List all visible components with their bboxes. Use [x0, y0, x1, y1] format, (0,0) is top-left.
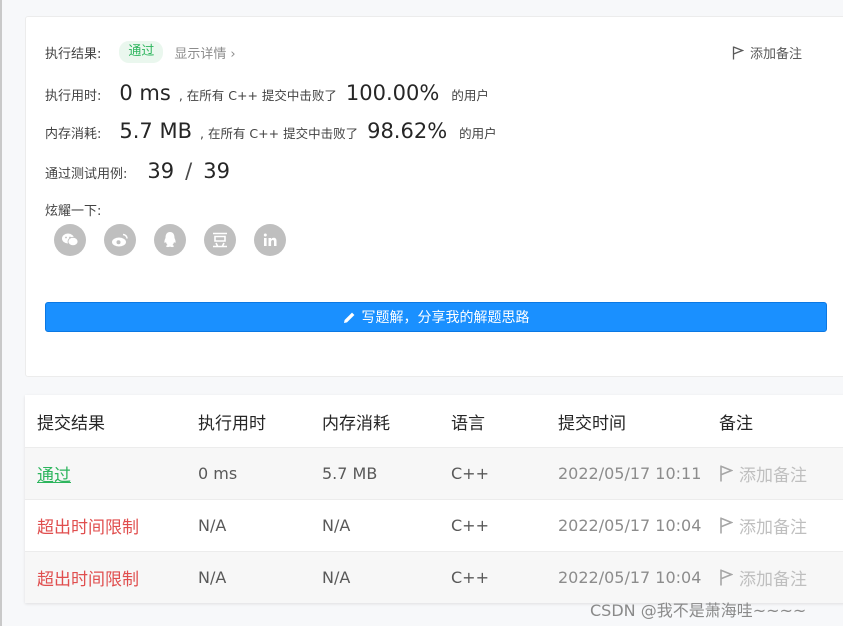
write-solution-label: 写题解，分享我的解题思路 [361, 310, 530, 326]
submission-language: C++ [451, 464, 489, 483]
submission-status-link[interactable]: 超出时间限制 [37, 565, 139, 590]
submissions-table: 提交结果 执行用时 内存消耗 语言 提交时间 备注 通过 0 ms 5.7 MB… [25, 395, 843, 603]
flag-icon [720, 517, 733, 534]
weibo-icon[interactable] [104, 224, 136, 256]
submission-status-link[interactable]: 通过 [37, 461, 71, 486]
flag-icon [732, 45, 744, 59]
submission-time: 2022/05/17 10:04 [558, 568, 702, 587]
submission-runtime: 0 ms [198, 464, 238, 483]
submission-runtime: N/A [198, 568, 227, 587]
linkedin-icon[interactable] [254, 224, 286, 256]
memory-value: 5.7 MB [119, 119, 192, 143]
share-label: 炫耀一下: [45, 204, 102, 219]
memory-row: 内存消耗: 5.7 MB , 在所有 C++ 提交中击败了 98.62% 的用户 [45, 119, 497, 143]
qq-icon[interactable] [154, 224, 186, 256]
left-border [0, 0, 2, 626]
memory-label: 内存消耗: [45, 127, 102, 142]
csdn-watermark: CSDN @我不是萧海哇~~~~ [590, 601, 807, 620]
memory-percent: 98.62% [367, 119, 448, 143]
memory-suffix: 的用户 [459, 126, 497, 141]
result-label: 执行结果: [45, 46, 102, 62]
douban-icon[interactable] [204, 224, 236, 256]
submission-memory: N/A [322, 568, 351, 587]
submission-runtime: N/A [198, 516, 227, 535]
table-header: 提交结果 执行用时 内存消耗 语言 提交时间 备注 [25, 395, 843, 447]
tests-total: 39 [203, 159, 230, 183]
submission-time: 2022/05/17 10:11 [558, 464, 702, 483]
header-memory: 内存消耗 [322, 413, 390, 434]
submission-memory: N/A [322, 516, 351, 535]
header-result: 提交结果 [37, 413, 105, 434]
submission-language: C++ [451, 568, 489, 587]
add-note-button[interactable]: 添加备注 [719, 513, 807, 538]
memory-phrase: , 在所有 C++ 提交中击败了 [200, 126, 359, 141]
submission-language: C++ [451, 516, 489, 535]
add-note-button[interactable]: 添加备注 [719, 565, 807, 590]
runtime-phrase: , 在所有 C++ 提交中击败了 [178, 88, 337, 103]
submission-status-link[interactable]: 超出时间限制 [37, 513, 139, 538]
table-row: 超出时间限制 N/A N/A C++ 2022/05/17 10:04 添加备注 [25, 499, 843, 551]
chevron-right-icon: › [230, 46, 236, 62]
add-note-label: 添加备注 [739, 570, 807, 590]
submission-time: 2022/05/17 10:04 [558, 516, 702, 535]
tests-label: 通过测试用例: [45, 167, 128, 182]
header-language: 语言 [451, 413, 485, 434]
result-row: 执行结果: 通过 显示详情 › [45, 41, 236, 63]
tests-separator: / [185, 159, 193, 183]
tests-passed: 39 [147, 159, 175, 183]
table-row: 超出时间限制 N/A N/A C++ 2022/05/17 10:04 添加备注 [25, 551, 843, 603]
flag-icon [720, 569, 733, 586]
write-solution-button[interactable]: 写题解，分享我的解题思路 [45, 302, 827, 332]
show-details-text: 显示详情 [174, 46, 227, 62]
share-row: 炫耀一下: [45, 200, 101, 219]
add-note-label: 添加备注 [750, 47, 803, 62]
runtime-suffix: 的用户 [451, 88, 489, 103]
tests-row: 通过测试用例: 39 / 39 [45, 159, 230, 183]
add-note-button[interactable]: 添加备注 [732, 43, 802, 62]
runtime-percent: 100.00% [345, 81, 440, 105]
runtime-label: 执行用时: [45, 89, 102, 104]
runtime-value: 0 ms [119, 81, 171, 105]
runtime-row: 执行用时: 0 ms , 在所有 C++ 提交中击败了 100.00% 的用户 [45, 81, 489, 105]
status-badge: 通过 [119, 41, 164, 63]
table-row: 通过 0 ms 5.7 MB C++ 2022/05/17 10:11 添加备注 [25, 447, 843, 499]
wechat-icon[interactable] [54, 224, 86, 256]
show-details-link[interactable]: 显示详情 › [174, 43, 235, 62]
add-note-label: 添加备注 [739, 466, 807, 486]
header-submit-time: 提交时间 [558, 413, 626, 434]
submission-memory: 5.7 MB [322, 464, 378, 483]
pencil-icon [343, 312, 354, 323]
flag-icon [720, 465, 733, 482]
header-note: 备注 [719, 413, 753, 434]
tests-fraction: 39 / 39 [147, 159, 230, 183]
header-runtime: 执行用时 [198, 413, 266, 434]
share-icons [54, 224, 304, 256]
add-note-button[interactable]: 添加备注 [719, 461, 807, 486]
result-card: 执行结果: 通过 显示详情 › 添加备注 执行用时: 0 ms , 在所有 C++… [25, 16, 843, 377]
add-note-label: 添加备注 [739, 518, 807, 538]
